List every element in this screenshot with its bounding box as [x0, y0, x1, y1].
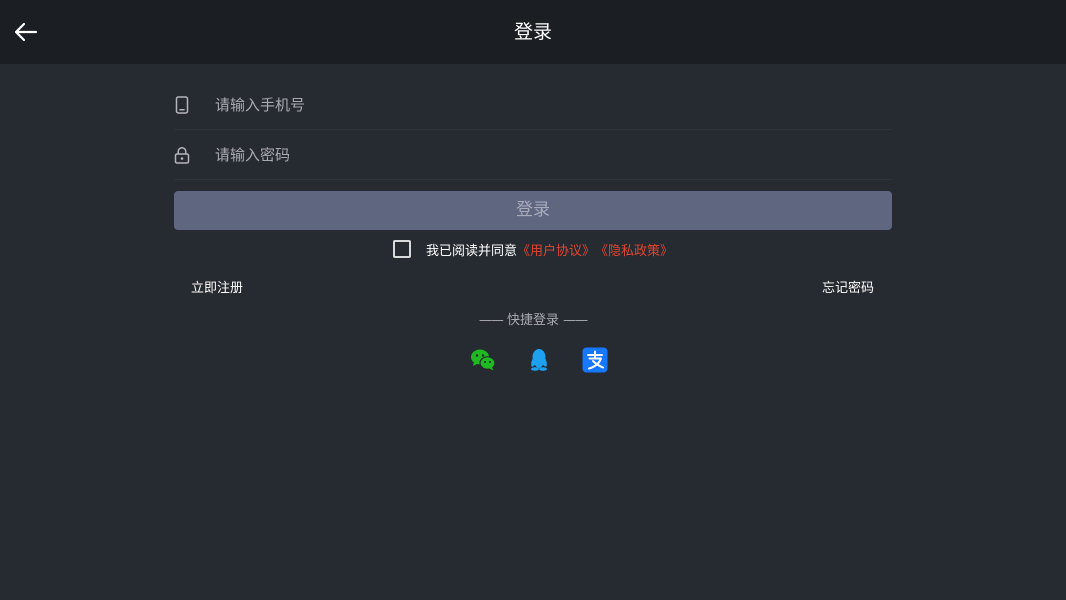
divider-dash-right: —— — [563, 313, 588, 328]
divider-dash-left: —— — [478, 313, 504, 328]
phone-icon — [174, 95, 190, 115]
forgot-password-link[interactable]: 忘记密码 — [822, 277, 874, 296]
login-button[interactable]: 登录 — [174, 191, 892, 230]
qq-login-button[interactable] — [526, 347, 552, 373]
quick-login-divider: —— 快捷登录 —— — [0, 309, 1066, 328]
privacy-policy-link[interactable]: 《隐私政策》 — [595, 240, 673, 259]
phone-field-row — [174, 80, 892, 130]
agreement-checkbox[interactable] — [393, 240, 411, 258]
qq-icon — [531, 349, 547, 371]
phone-input[interactable] — [215, 84, 892, 125]
alipay-icon — [582, 347, 608, 373]
agreement-text: 我已阅读并同意 — [426, 243, 518, 259]
alipay-login-button[interactable] — [582, 347, 608, 373]
lock-icon — [174, 145, 190, 165]
quick-login-label: 快捷登录 — [506, 313, 559, 328]
password-field-row — [174, 130, 892, 180]
user-agreement-link[interactable]: 《用户协议》 — [517, 240, 595, 259]
wechat-login-button[interactable] — [470, 347, 496, 373]
wechat-icon — [471, 349, 496, 371]
top-bar: 登录 — [0, 0, 1066, 64]
back-button[interactable] — [10, 17, 42, 47]
login-form — [174, 80, 892, 180]
register-link[interactable]: 立即注册 — [191, 277, 243, 296]
arrow-left-icon — [14, 22, 38, 42]
page-title: 登录 — [513, 21, 552, 43]
password-input[interactable] — [215, 134, 892, 175]
agreement-row: 我已阅读并同意 《用户协议》 《隐私政策》 — [393, 238, 673, 260]
